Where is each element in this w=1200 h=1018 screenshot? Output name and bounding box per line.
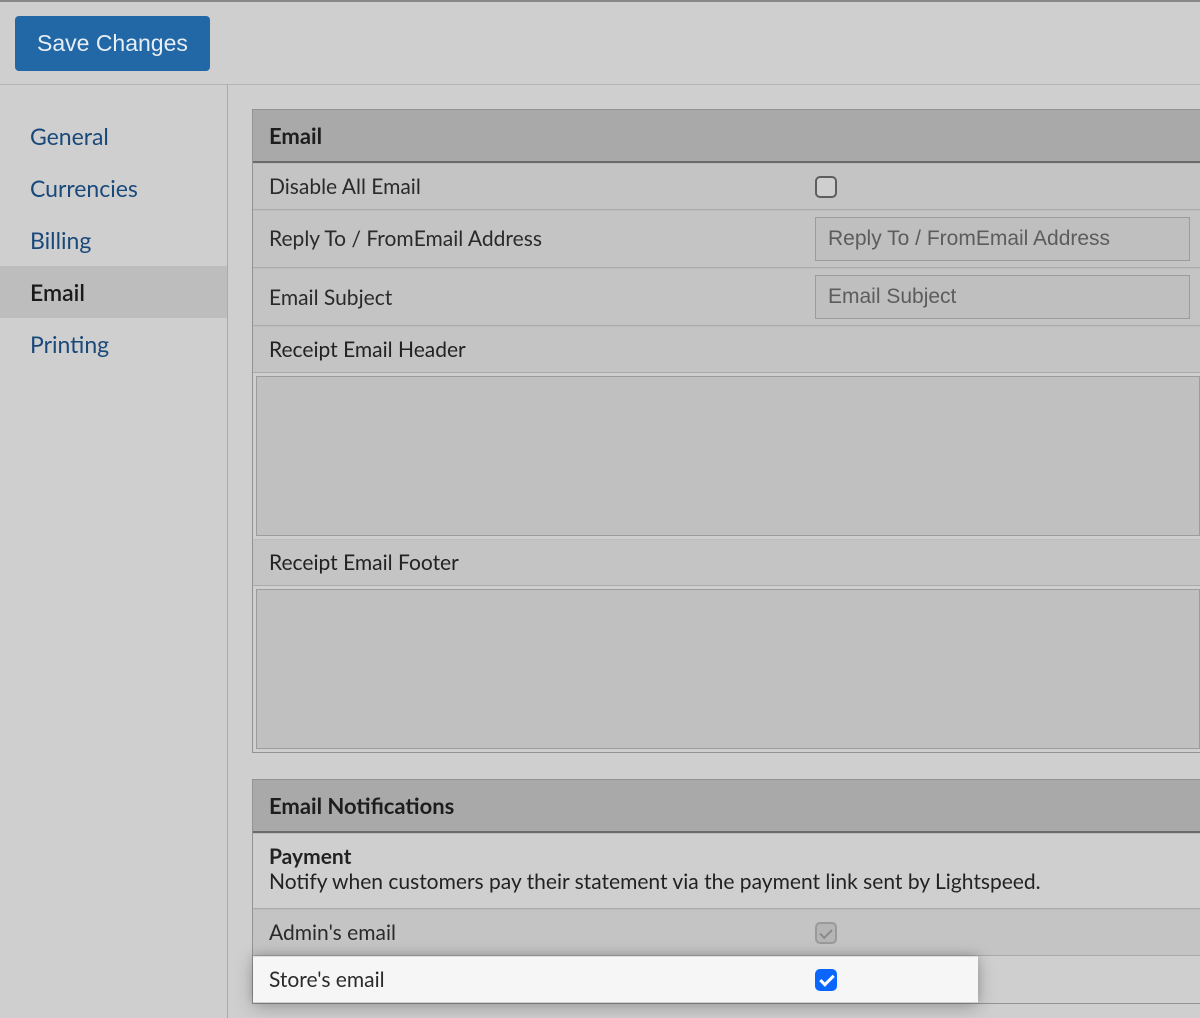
- admins-email-label: Admin's email: [253, 910, 805, 955]
- disable-all-email-label: Disable All Email: [253, 164, 805, 209]
- reply-to-label-line1: Reply To / From: [269, 226, 414, 252]
- stores-email-label: Store's email: [253, 957, 805, 1002]
- row-disable-all-email: Disable All Email: [253, 163, 1200, 210]
- receipt-footer-label: Receipt Email Footer: [253, 539, 1200, 586]
- row-reply-to: Reply To / From Email Address: [253, 210, 1200, 268]
- receipt-footer-textarea[interactable]: [256, 589, 1200, 749]
- email-subject-input[interactable]: [815, 275, 1190, 319]
- sidebar-item-billing[interactable]: Billing: [0, 214, 227, 266]
- sidebar-item-currencies[interactable]: Currencies: [0, 162, 227, 214]
- save-changes-button[interactable]: Save Changes: [15, 16, 210, 71]
- row-email-subject: Email Subject: [253, 268, 1200, 326]
- payment-heading: Payment: [269, 844, 351, 869]
- email-panel-title: Email: [253, 110, 1200, 163]
- top-toolbar: Save Changes: [0, 0, 1200, 85]
- row-stores-email: Store's email: [253, 956, 978, 1003]
- receipt-header-textarea[interactable]: [256, 376, 1200, 536]
- email-notifications-title: Email Notifications: [253, 780, 1200, 833]
- admins-email-checkbox: [815, 922, 837, 944]
- disable-all-email-checkbox[interactable]: [815, 176, 837, 198]
- sidebar-item-printing[interactable]: Printing: [0, 318, 227, 370]
- payment-description: Notify when customers pay their statemen…: [269, 869, 1041, 894]
- main-content: Email Disable All Email Reply To / From …: [228, 85, 1200, 1018]
- payment-section: Payment Notify when customers pay their …: [253, 833, 1200, 909]
- row-admins-email: Admin's email: [253, 909, 1200, 956]
- sidebar-item-general[interactable]: General: [0, 110, 227, 162]
- sidebar-item-email[interactable]: Email: [0, 266, 227, 318]
- reply-to-label: Reply To / From Email Address: [253, 211, 805, 267]
- email-panel: Email Disable All Email Reply To / From …: [252, 109, 1200, 753]
- email-notifications-panel: Email Notifications Payment Notify when …: [252, 779, 1200, 1004]
- reply-to-input[interactable]: [815, 217, 1190, 261]
- stores-email-checkbox[interactable]: [815, 969, 837, 991]
- settings-sidebar: General Currencies Billing Email Printin…: [0, 85, 228, 1018]
- receipt-header-label: Receipt Email Header: [253, 326, 1200, 373]
- reply-to-label-line2: Email Address: [414, 226, 542, 252]
- email-subject-label: Email Subject: [253, 269, 805, 325]
